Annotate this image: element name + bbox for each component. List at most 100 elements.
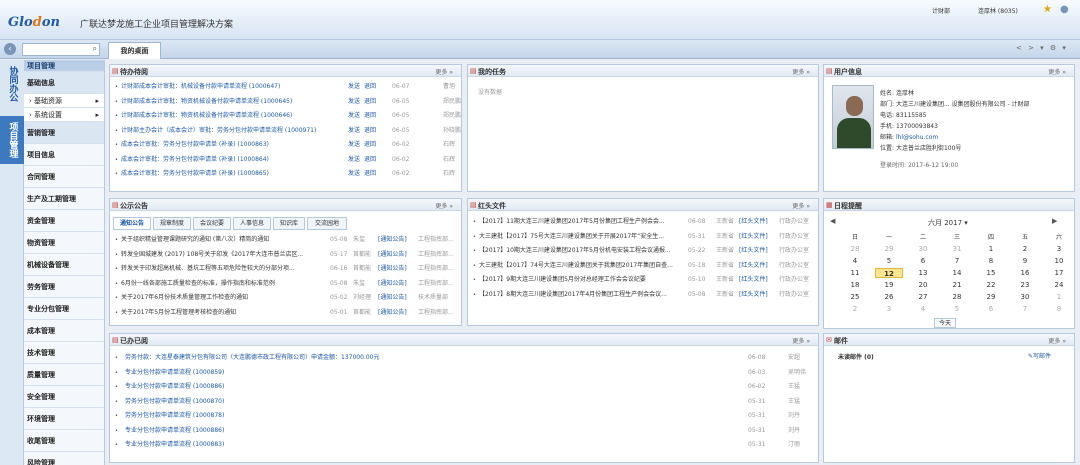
calendar-day[interactable]: 13 [909,268,937,278]
tab-hr[interactable]: 人事信息 [233,217,271,230]
todo-row[interactable]: • 计财部成本会计审批：物资机械设备付款申请单流程 (1000645) 发送 退回 06… [113,96,461,108]
done-title[interactable]: 劳务分包付款申请单流程 (1000878) [125,410,224,422]
redhead-title[interactable]: 大三建批【2017】74号大连三川建设集团关于我集团2017年集团自查... [479,260,684,272]
done-title[interactable]: 专业分包付款申请单流程 (1000859) [125,367,224,379]
todo-title[interactable]: 成本会计审批：劳务分包付款申请单 (补录) (1000865) [121,168,269,180]
redhead-row[interactable]: • 【2017】10期大连三川建设集团2017年5月份机电安装工程会议通报... 0… [471,245,816,257]
notice-row[interactable]: • 关于2017年6月份技术质量管理工作检查的通知 05-02 刘经理 [通知公告] 技术… [113,292,458,304]
redhead-row[interactable]: • 大三建批【2017】75号大连三川建设集团关于开展2017年“安全生... 05… [471,231,816,243]
tab-tools[interactable]: < > ▾ ⚙ ▾ [1016,44,1068,52]
return-link[interactable]: 退回 [364,110,376,122]
send-link[interactable]: 发送 [348,96,360,108]
more-link[interactable]: 更多 » [792,67,810,76]
today-button[interactable]: 今天 [934,318,956,328]
menu-item-machinery[interactable]: 机械设备管理 [24,254,104,276]
notice-title[interactable]: 转发关于印发超高机械、基坑工程等五项危险性较大的分部分项... [121,263,326,275]
menu-item-marketing[interactable]: 营销管理 [24,122,104,144]
calendar-day[interactable]: 16 [1011,268,1039,278]
redhead-row[interactable]: • 大三建批【2017】74号大连三川建设集团关于我集团2017年集团自查... 0… [471,260,816,272]
calendar-day[interactable]: 12 [875,268,903,278]
calendar-day[interactable]: 11 [841,268,869,278]
notice-row[interactable]: • 转发全国城建发 (2017) 108号关于印发《2017年大连市普兰店区...… [113,249,458,261]
current-user[interactable]: 连厚林 (8035) [978,6,1018,15]
return-link[interactable]: 退回 [364,96,376,108]
menu-item-production[interactable]: 生产及工期管理 [24,188,104,210]
notice-row[interactable]: • 关于2017年5月份工程管理考核检查的通知 05-01 首都能 [通知公告] 工程指挥… [113,307,458,319]
menu-item-subcontract[interactable]: 专业分包管理 [24,298,104,320]
tab-minutes[interactable]: 会议纪要 [193,217,231,230]
calendar-day[interactable]: 1 [1045,292,1073,302]
send-link[interactable]: 发送 [348,154,360,166]
calendar-day[interactable]: 3 [1045,244,1073,254]
calendar-day[interactable]: 3 [875,304,903,314]
calendar-day[interactable]: 17 [1045,268,1073,278]
done-row[interactable]: • 专业分包付款申请单流程 (1000883) 05-31 汀丽 [113,439,816,451]
menu-item-labor[interactable]: 劳务管理 [24,276,104,298]
return-link[interactable]: 退回 [364,125,376,137]
tab-notices[interactable]: 通知公告 [113,217,151,230]
send-link[interactable]: 发送 [348,81,360,93]
calendar-day[interactable]: 8 [1045,304,1073,314]
tab-forum[interactable]: 交流园地 [307,217,347,230]
redhead-row[interactable]: • 【2017】9期大连三川建设集团5月份对总经理工作会会议纪要 05-10 王新省 [… [471,274,816,286]
more-link[interactable]: 更多 » [792,336,810,345]
menu-item-system-settings[interactable]: › 系统设置 ▸ [24,108,104,122]
done-title[interactable]: 劳务分包付款申请单流程 (1000870) [125,396,224,408]
redhead-title[interactable]: 【2017】10期大连三川建设集团2017年5月份机电安装工程会议通报... [479,245,684,257]
calendar-day[interactable]: 30 [909,244,937,254]
menu-item-basic-resources[interactable]: › 基础资源 ▸ [24,94,104,108]
todo-title[interactable]: 计财部成本会计审批：机械设备付款申请单流程 (1000647) [121,81,280,93]
redhead-title[interactable]: 【2017】11期大连三川建设集团2017年5月份集团工程生产例会会... [479,216,684,228]
redhead-title[interactable]: 【2017】9期大连三川建设集团5月份对总经理工作会会议纪要 [479,274,684,286]
notice-title[interactable]: 关于2017年6月份技术质量管理工作检查的通知 [121,292,326,304]
notice-row[interactable]: • 6月份一线各部施工质量检查的标准，操作指南和标准范例 05-08 朱玺 [通知公告]… [113,278,458,290]
notice-title[interactable]: 转发全国城建发 (2017) 108号关于印发《2017年大连市普兰店区... [121,249,326,261]
menu-item-project-info[interactable]: 项目信息 [24,144,104,166]
return-link[interactable]: 退回 [364,154,376,166]
more-link[interactable]: 更多 » [435,67,453,76]
done-row[interactable]: • 劳务分包付款申请单流程 (1000870) 05-31 王猛 [113,396,816,408]
done-title[interactable]: 专业分包付款申请单流程 (1000886) [125,425,224,437]
menu-item-cost[interactable]: 成本管理 [24,320,104,342]
more-link[interactable]: 更多 » [1048,336,1066,345]
calendar-day[interactable]: 7 [1011,304,1039,314]
compose-mail-button[interactable]: ✎写邮件 [1028,351,1051,360]
calendar-day[interactable]: 28 [943,292,971,302]
calendar-day[interactable]: 5 [875,256,903,266]
calendar-day[interactable]: 5 [943,304,971,314]
calendar-day[interactable]: 6 [909,256,937,266]
search-icon[interactable]: ⌕ [93,44,97,54]
calendar-day[interactable]: 1 [977,244,1005,254]
send-link[interactable]: 发送 [348,110,360,122]
calendar-day[interactable]: 18 [841,280,869,290]
calendar-day[interactable]: 29 [875,244,903,254]
notice-row[interactable]: • 关于组织精益管理课题研究的通知 (第八次）精简的通知 05-08 朱玺 [通知公告]… [113,234,458,246]
todo-row[interactable]: • 成本会计审批：劳务分包付款申请单 (补录) (1000865) 发送 退回 06-0… [113,168,458,180]
calendar-day[interactable]: 23 [1011,280,1039,290]
calendar-day[interactable]: 20 [909,280,937,290]
calendar-day[interactable]: 25 [841,292,869,302]
done-title[interactable]: 专业分包付款申请单流程 (1000883) [125,439,224,451]
return-link[interactable]: 退回 [364,81,376,93]
tab-my-desktop[interactable]: 我的桌面 [108,42,161,59]
calendar-day[interactable]: 30 [1011,292,1039,302]
todo-title[interactable]: 计财部成本会计审批：物资机械设备付款申请单流程 (1000646) [121,110,292,122]
todo-title[interactable]: 成本会计审批：劳务分包付款申请单 (补录) (1000863) [121,139,269,151]
todo-row[interactable]: • 计财部成本会计审批：物资机械设备付款申请单流程 (1000646) 发送 退回 06… [113,110,461,122]
return-link[interactable]: 退回 [364,168,376,180]
done-row[interactable]: • 劳务分包付款申请单流程 (1000878) 05-31 刘丹 [113,410,816,422]
menu-item-technical[interactable]: 技术管理 [24,342,104,364]
calendar-day[interactable]: 8 [977,256,1005,266]
calendar-day[interactable]: 14 [943,268,971,278]
calendar-day[interactable]: 19 [875,280,903,290]
menu-item-safety[interactable]: 安全管理 [24,386,104,408]
unread-mail-count[interactable]: 未读邮件 (0) [838,352,874,361]
done-row[interactable]: • 专业分包付款申请单流程 (1000886) 05-31 刘丹 [113,425,816,437]
calendar-day[interactable]: 24 [1045,280,1073,290]
todo-row[interactable]: • 计财部主办会计（成本会计）审批：劳务分包付款申请单流程 (1000971) 发送… [113,125,461,137]
done-title[interactable]: 专业分包付款申请单流程 (1000886) [125,381,224,393]
todo-title[interactable]: 成本会计审批：劳务分包付款申请单 (补录) (1000864) [121,154,269,166]
notice-title[interactable]: 6月份一线各部施工质量检查的标准，操作指南和标准范例 [121,278,326,290]
todo-title[interactable]: 计财部主办会计（成本会计）审批：劳务分包付款申请单流程 (1000971) [121,125,316,137]
redhead-row[interactable]: • 【2017】8期大连三川建设集团2017年4月份集团工程生产例会会议... 05… [471,289,816,301]
